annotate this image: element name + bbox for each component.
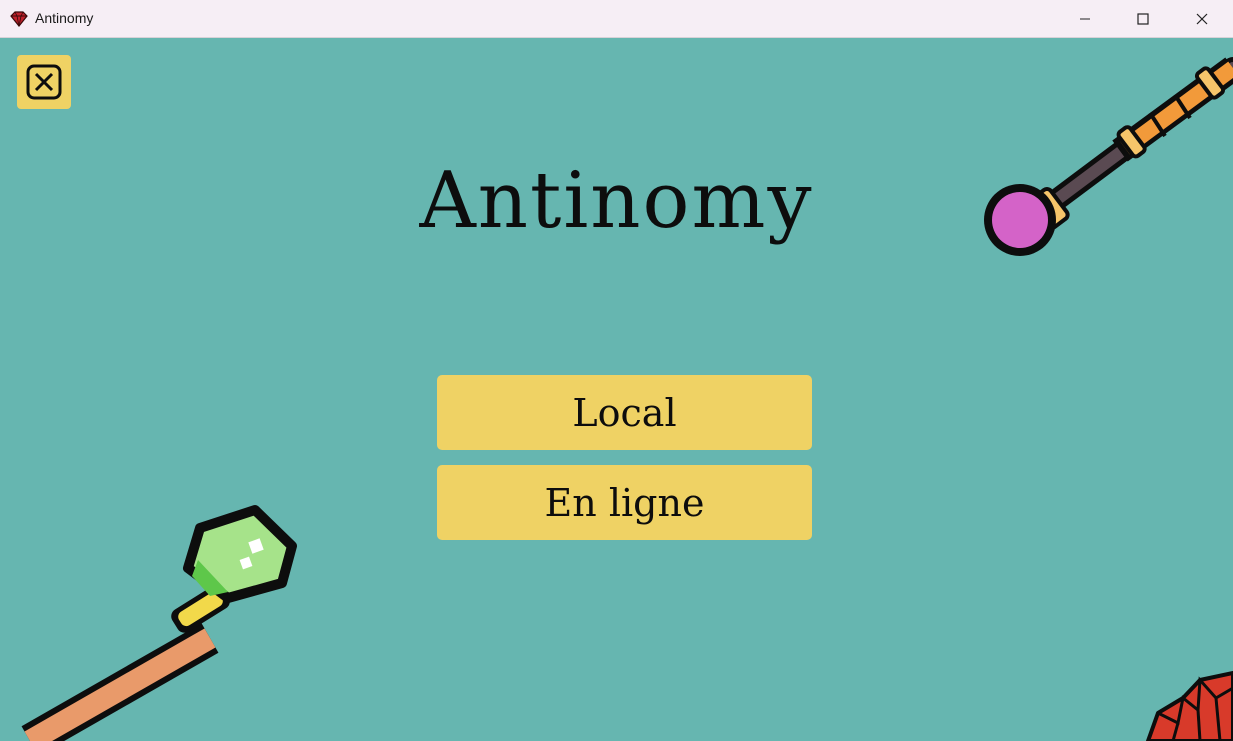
- online-button[interactable]: En ligne: [437, 465, 812, 540]
- maximize-button[interactable]: [1114, 0, 1172, 38]
- local-button[interactable]: Local: [437, 375, 812, 450]
- pink-orb-staff-icon: [984, 57, 1233, 256]
- green-gem-staff-icon: [21, 505, 297, 741]
- red-gem-icon: [10, 11, 28, 27]
- red-crystal-icon: [1146, 671, 1233, 741]
- window-title: Antinomy: [35, 10, 94, 26]
- minimize-button[interactable]: [1056, 0, 1114, 38]
- window-titlebar: Antinomy: [0, 0, 1233, 38]
- quit-button[interactable]: [17, 55, 71, 109]
- close-box-icon: [26, 64, 62, 100]
- close-icon: [1196, 13, 1208, 25]
- maximize-icon: [1137, 13, 1149, 25]
- game-screen: Antinomy Local En ligne: [0, 38, 1233, 741]
- close-window-button[interactable]: [1173, 0, 1231, 38]
- minimize-icon: [1080, 18, 1090, 20]
